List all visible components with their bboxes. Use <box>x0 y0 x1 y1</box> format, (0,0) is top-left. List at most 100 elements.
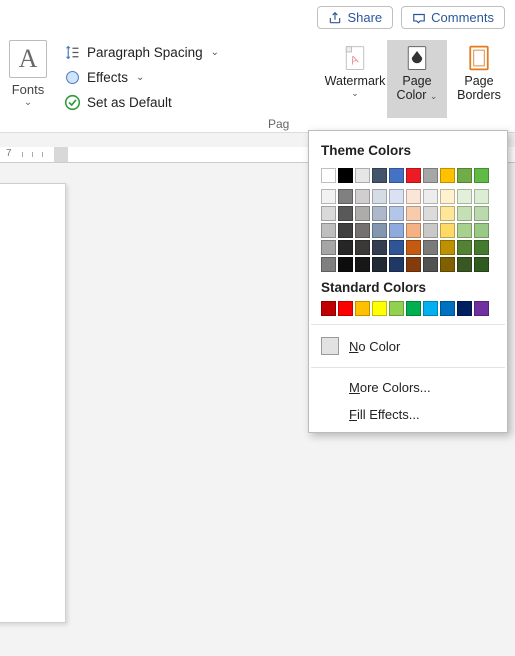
color-swatch[interactable] <box>355 189 370 204</box>
color-swatch[interactable] <box>338 168 353 183</box>
page-color-icon <box>403 44 431 72</box>
effects-icon <box>64 69 81 86</box>
color-swatch[interactable] <box>372 223 387 238</box>
color-swatch[interactable] <box>406 189 421 204</box>
color-swatch[interactable] <box>406 206 421 221</box>
no-color-item[interactable]: No Color <box>309 331 507 361</box>
color-swatch[interactable] <box>372 168 387 183</box>
color-swatch[interactable] <box>474 301 489 316</box>
color-swatch[interactable] <box>321 206 336 221</box>
color-swatch[interactable] <box>423 189 438 204</box>
fonts-dropdown[interactable]: A Fonts ⌄ <box>6 40 50 108</box>
color-swatch[interactable] <box>440 206 455 221</box>
color-swatch[interactable] <box>372 240 387 255</box>
color-swatch[interactable] <box>406 240 421 255</box>
no-color-label: No Color <box>349 339 400 354</box>
ruler-tick <box>22 152 23 157</box>
color-swatch[interactable] <box>457 223 472 238</box>
color-swatch[interactable] <box>389 301 404 316</box>
color-swatch[interactable] <box>372 301 387 316</box>
color-swatch[interactable] <box>440 189 455 204</box>
fill-effects-item[interactable]: Fill Effects... <box>309 401 507 428</box>
color-swatch[interactable] <box>338 189 353 204</box>
paragraph-spacing-icon <box>64 44 81 61</box>
color-swatch[interactable] <box>321 168 336 183</box>
color-swatch[interactable] <box>406 168 421 183</box>
group-label: Pag <box>268 117 289 131</box>
color-swatch[interactable] <box>440 240 455 255</box>
no-color-icon <box>321 337 339 355</box>
color-swatch[interactable] <box>423 206 438 221</box>
color-swatch[interactable] <box>423 223 438 238</box>
effects-label: Effects <box>87 70 128 85</box>
color-swatch[interactable] <box>423 168 438 183</box>
color-swatch[interactable] <box>457 257 472 272</box>
color-swatch[interactable] <box>440 257 455 272</box>
color-swatch[interactable] <box>355 257 370 272</box>
chevron-down-icon: ⌄ <box>136 72 144 83</box>
comments-button[interactable]: Comments <box>401 6 505 29</box>
color-swatch[interactable] <box>338 223 353 238</box>
paragraph-spacing-button[interactable]: Paragraph Spacing ⌄ <box>60 42 223 63</box>
color-swatch[interactable] <box>457 168 472 183</box>
page-color-label-1: Page <box>402 74 431 88</box>
color-swatch[interactable] <box>457 206 472 221</box>
ruler-tick <box>32 152 33 157</box>
color-swatch[interactable] <box>474 257 489 272</box>
color-swatch[interactable] <box>474 206 489 221</box>
color-swatch[interactable] <box>321 223 336 238</box>
page-color-dropdown: Theme Colors Standard Colors No Color Mo… <box>308 130 508 433</box>
theme-colors-header: Theme Colors <box>309 141 507 164</box>
color-swatch[interactable] <box>338 240 353 255</box>
page-borders-icon <box>465 44 493 72</box>
color-swatch[interactable] <box>372 206 387 221</box>
color-swatch[interactable] <box>457 301 472 316</box>
color-swatch[interactable] <box>355 240 370 255</box>
page-borders-button[interactable]: PageBorders <box>449 40 509 118</box>
share-button[interactable]: Share <box>317 6 393 29</box>
color-swatch[interactable] <box>389 189 404 204</box>
color-swatch[interactable] <box>389 257 404 272</box>
color-swatch[interactable] <box>406 257 421 272</box>
color-swatch[interactable] <box>321 240 336 255</box>
color-swatch[interactable] <box>457 240 472 255</box>
color-swatch[interactable] <box>457 189 472 204</box>
color-swatch[interactable] <box>474 168 489 183</box>
color-swatch[interactable] <box>355 223 370 238</box>
color-swatch[interactable] <box>474 223 489 238</box>
color-swatch[interactable] <box>321 189 336 204</box>
color-swatch[interactable] <box>389 240 404 255</box>
color-swatch[interactable] <box>355 301 370 316</box>
color-swatch[interactable] <box>372 257 387 272</box>
color-swatch[interactable] <box>389 168 404 183</box>
more-colors-item[interactable]: More Colors... <box>309 374 507 401</box>
ruler-margin <box>54 147 68 162</box>
color-swatch[interactable] <box>474 240 489 255</box>
document-page[interactable] <box>0 183 66 623</box>
share-icon <box>328 11 342 25</box>
color-swatch[interactable] <box>321 257 336 272</box>
color-swatch[interactable] <box>423 240 438 255</box>
color-swatch[interactable] <box>389 223 404 238</box>
color-swatch[interactable] <box>355 206 370 221</box>
color-swatch[interactable] <box>440 168 455 183</box>
set-default-button[interactable]: Set as Default <box>60 92 223 113</box>
color-swatch[interactable] <box>321 301 336 316</box>
color-swatch[interactable] <box>440 223 455 238</box>
color-swatch[interactable] <box>355 168 370 183</box>
color-swatch[interactable] <box>406 223 421 238</box>
page-borders-label-2: Borders <box>457 88 501 102</box>
effects-button[interactable]: Effects ⌄ <box>60 67 223 88</box>
color-swatch[interactable] <box>440 301 455 316</box>
color-swatch[interactable] <box>338 206 353 221</box>
color-swatch[interactable] <box>474 189 489 204</box>
color-swatch[interactable] <box>423 301 438 316</box>
color-swatch[interactable] <box>406 301 421 316</box>
color-swatch[interactable] <box>389 206 404 221</box>
color-swatch[interactable] <box>372 189 387 204</box>
color-swatch[interactable] <box>338 257 353 272</box>
color-swatch[interactable] <box>338 301 353 316</box>
watermark-button[interactable]: A Watermark ⌄ <box>325 40 385 118</box>
color-swatch[interactable] <box>423 257 438 272</box>
page-color-button[interactable]: PageColor ⌄ <box>387 40 447 118</box>
